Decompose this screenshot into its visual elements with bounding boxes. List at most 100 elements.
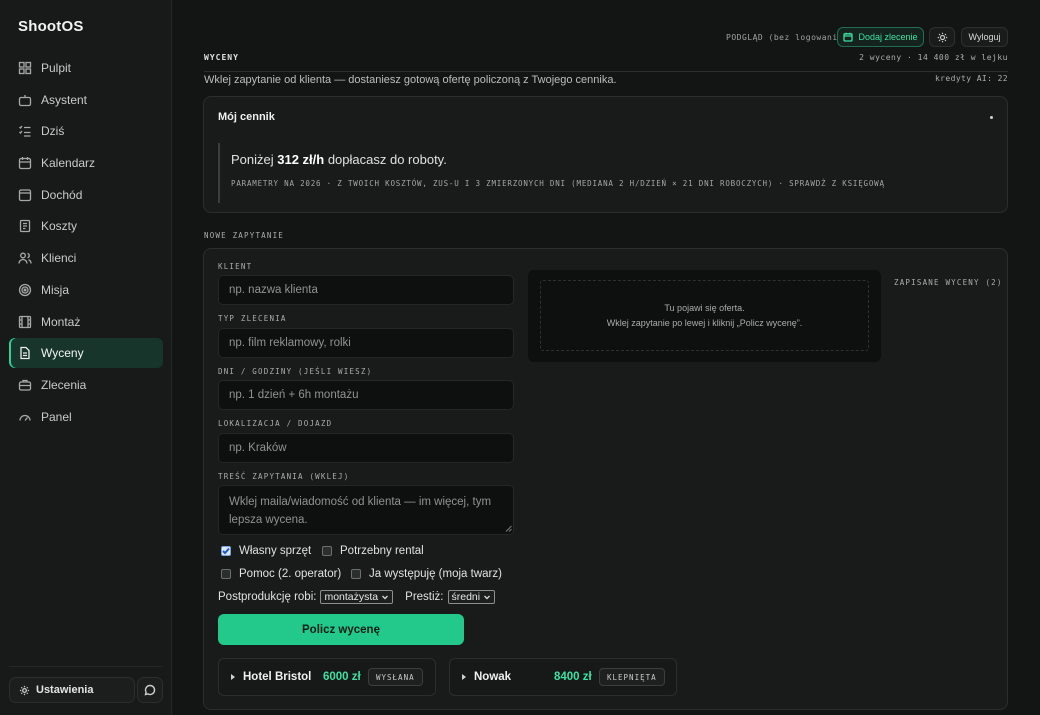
film-icon [18,315,32,329]
sidebar-item-label: Dochód [41,187,83,202]
checklist-icon [18,124,32,138]
type-input[interactable] [218,328,514,358]
sidebar-item-asystent[interactable]: Asystent [9,85,163,115]
pricing-main-text: Poniżej 312 zł/h dopłacasz do roboty. [231,152,447,167]
saved-quote-item[interactable]: Hotel Bristol 6000 zł WYSŁANA [218,658,436,696]
saved-quote-item[interactable]: Nowak 8400 zł KLEPNIĘTA [449,658,677,696]
sidebar-item-label: Wyceny [41,346,84,361]
checkbox-label: Własny sprzęt [239,545,312,557]
checkbox-label: Potrzebny rental [340,545,424,557]
pricing-params: PARAMETRY NA 2026 · Z TWOICH KOSZTÓW, ZU… [231,179,885,188]
add-order-button[interactable]: Dodaj zlecenie [837,27,924,47]
pricing-title: Mój cennik [218,111,275,123]
checkbox-unchecked-icon[interactable] [351,569,361,579]
type-label: TYP ZLECENIA [218,314,287,323]
result-placeholder: Tu pojawi się oferta. Wklej zapytanie po… [540,280,869,351]
checkbox-own-gear[interactable]: Własny sprzęt [221,545,311,557]
status-badge: KLEPNIĘTA [599,668,665,686]
result-line-2: Wklej zapytanie po lewej i kliknij „Poli… [606,318,803,328]
sidebar-item-klienci[interactable]: Klienci [9,243,163,273]
gear-icon [19,685,30,695]
sidebar-item-pulpit[interactable]: Pulpit [9,53,163,83]
sidebar-item-dzis[interactable]: Dziś [9,116,163,146]
sidebar-item-dochod[interactable]: Dochód [9,180,163,210]
sidebar: ShootOS Pulpit Asystent Dziś Kalendarz D… [0,0,172,715]
checkbox-on-camera[interactable]: Ja występuję (moja twarz) [351,568,502,580]
saved-quotes-label: ZAPISANE WYCENY (2) [894,278,1003,287]
checkbox-assistant[interactable]: Pomoc (2. operator) [221,568,341,580]
checkbox-checked-icon[interactable] [221,546,231,556]
status-badge: WYSŁANA [368,668,423,686]
briefcase-icon [18,378,32,392]
select-row: Postprodukcję robi: montażysta Prestiż: … [218,590,496,604]
page-intro: Wklej zapytanie od klienta — dostaniesz … [204,74,617,86]
sidebar-item-misja[interactable]: Misja [9,275,163,305]
quote-client: Nowak [474,671,512,683]
content-label: TREŚĆ ZAPYTANIA (WKLEJ) [218,472,350,481]
sidebar-item-label: Zlecenia [41,377,87,392]
sidebar-item-label: Misja [41,282,70,297]
grid-icon [18,61,32,75]
sidebar-item-label: Koszty [41,219,78,234]
checkbox-rental[interactable]: Potrzebny rental [322,545,424,557]
checkbox-unchecked-icon[interactable] [322,546,332,556]
content-textarea[interactable] [218,485,514,535]
postprod-label: Postprodukcję robi: [218,591,317,603]
calculate-quote-button[interactable]: Policz wycenę [218,614,464,645]
quote-amount: 6000 zł [323,671,361,683]
app-logo: ShootOS [18,18,84,35]
ai-credits: kredyty AI: 22 [934,74,1008,83]
pricing-summary: Poniżej 312 zł/h dopłacasz do roboty. PA… [218,143,918,203]
expand-arrow-icon [231,674,235,680]
new-request-label: NOWE ZAPYTANIE [204,231,285,240]
calendar-icon [18,156,32,170]
settings-button[interactable]: Ustawienia [9,677,135,703]
sidebar-item-label: Klienci [41,251,77,266]
sidebar-item-montaz[interactable]: Montaż [9,307,163,337]
target-icon [18,283,32,297]
users-icon [18,251,32,265]
sidebar-item-label: Panel [41,409,72,424]
sun-icon [937,32,947,42]
quote-amount: 8400 zł [554,671,592,683]
expand-toggle-icon[interactable] [990,116,993,119]
logout-button[interactable]: Wyloguj [961,27,1008,47]
location-label: LOKALIZACJA / DOJAZD [218,419,333,428]
sidebar-item-zlecenia[interactable]: Zlecenia [9,370,163,400]
client-label: KLIENT [218,262,253,271]
prestige-select[interactable]: średni [447,590,496,604]
postprod-select[interactable]: montażysta [320,590,394,604]
calendar-icon [843,32,854,42]
page-title: WYCENY [204,53,239,62]
days-input[interactable] [218,380,514,410]
sidebar-item-kalendarz[interactable]: Kalendarz [9,148,163,178]
resize-grip-icon[interactable] [505,525,512,532]
sidebar-item-wyceny[interactable]: Wyceny [9,338,163,369]
expand-arrow-icon [462,674,466,680]
sidebar-item-label: Montaż [41,314,81,329]
pricing-card: Mój cennik Poniżej 312 zł/h dopłacasz do… [203,96,1008,213]
chevron-down-icon [382,595,389,600]
sidebar-nav: Pulpit Asystent Dziś Kalendarz Dochód Ko… [9,53,163,433]
pricing-prefix: Poniżej [231,152,278,167]
chevron-down-icon [484,595,491,600]
chat-button[interactable] [137,677,163,703]
sidebar-item-panel[interactable]: Panel [9,402,163,432]
wallet-icon [18,188,32,202]
quote-client: Hotel Bristol [243,671,312,683]
preview-label: PODGLĄD (bez logowania) [726,33,849,42]
checkbox-unchecked-icon[interactable] [221,569,231,579]
result-panel: Tu pojawi się oferta. Wklej zapytanie po… [528,270,881,362]
prestige-value: średni [451,591,481,603]
client-input[interactable] [218,275,514,305]
sidebar-item-label: Asystent [41,92,88,107]
pipeline-summary: 2 wyceny · 14 400 zł w lejku [859,53,1008,62]
pricing-suffix: dopłacasz do roboty. [324,152,447,167]
sidebar-item-koszty[interactable]: Koszty [9,211,163,241]
settings-label: Ustawienia [36,684,94,696]
location-input[interactable] [218,433,514,463]
sidebar-item-label: Kalendarz [41,156,96,171]
sidebar-item-label: Pulpit [41,61,72,75]
theme-toggle-button[interactable] [929,27,955,47]
prestige-label: Prestiż: [405,591,444,603]
